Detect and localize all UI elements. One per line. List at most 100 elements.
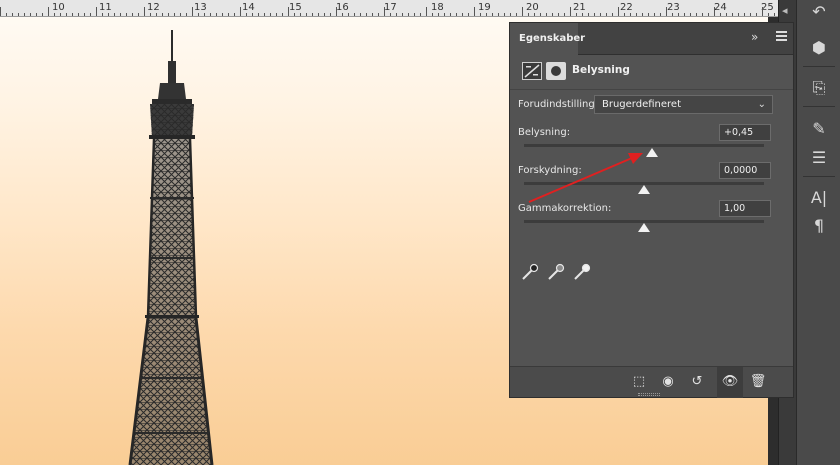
ruler-tick <box>48 7 49 16</box>
ruler-tick <box>324 13 325 16</box>
paragraph-icon[interactable]: ¶ <box>805 214 833 238</box>
ruler-tick <box>132 13 133 16</box>
ruler-tick <box>600 13 601 16</box>
white-eyedropper-icon[interactable] <box>572 262 592 282</box>
ruler-tick <box>570 7 571 16</box>
exposure-slider-track[interactable] <box>524 144 764 147</box>
panel-menu-icon[interactable] <box>776 31 787 41</box>
ruler-tick <box>216 13 217 16</box>
ruler-tick <box>204 13 205 16</box>
photoshop-workspace: 10 11 12 13 14 15 16 17 18 19 20 21 22 2… <box>0 0 840 465</box>
ruler-tick <box>522 7 523 16</box>
preset-dropdown[interactable]: Brugerdefineret ⌄ <box>594 95 773 114</box>
exposure-slider-thumb[interactable] <box>646 148 658 157</box>
ruler-tick <box>96 7 97 16</box>
ruler-tick <box>162 13 163 16</box>
view-previous-state-icon[interactable]: ◉ <box>657 372 679 392</box>
gray-eyedropper-icon[interactable] <box>546 262 566 282</box>
properties-panel: Egenskaber » Belysning Forudindstilling:… <box>509 22 794 398</box>
preset-value: Brugerdefineret <box>602 99 681 110</box>
ruler-label: 12 <box>147 2 160 13</box>
ruler-tick <box>66 13 67 16</box>
dock-divider <box>803 106 835 107</box>
ruler-tick <box>210 13 211 16</box>
ruler-tick <box>42 13 43 16</box>
character-icon[interactable]: A| <box>805 186 833 210</box>
reset-icon[interactable]: ↺ <box>686 372 708 392</box>
ruler-tick <box>678 13 679 16</box>
ruler-tick <box>342 13 343 16</box>
black-eyedropper-icon[interactable] <box>520 262 540 282</box>
ruler-tick <box>246 13 247 16</box>
ruler-tick <box>426 7 427 16</box>
ruler-tick <box>744 13 745 16</box>
ruler-tick <box>114 13 115 16</box>
ruler-label: 23 <box>667 2 680 13</box>
brush-presets-icon[interactable]: ✎ <box>805 117 833 141</box>
ruler-tick <box>24 13 25 16</box>
ruler-label: 22 <box>620 2 633 13</box>
preset-label: Forudindstilling: <box>518 99 599 110</box>
adjustments-icon[interactable]: ☰ <box>805 146 833 170</box>
gamma-slider-thumb[interactable] <box>638 223 650 232</box>
ruler-tick <box>564 13 565 16</box>
exposure-input[interactable]: +0,45 <box>719 124 771 141</box>
ruler-tick <box>126 13 127 16</box>
offset-slider-thumb[interactable] <box>638 185 650 194</box>
ruler-tick <box>438 13 439 16</box>
ruler-tick <box>636 13 637 16</box>
ruler-tick <box>294 13 295 16</box>
collapse-panel-icon[interactable]: » <box>751 30 758 44</box>
ruler-tick <box>282 13 283 16</box>
ruler-tick <box>264 13 265 16</box>
offset-input[interactable]: 0,0000 <box>719 162 771 179</box>
ruler-tick <box>606 13 607 16</box>
ruler-tick <box>708 13 709 16</box>
tab-properties[interactable]: Egenskaber <box>510 23 585 55</box>
ruler-tick <box>372 13 373 16</box>
ruler-label: 15 <box>289 2 302 13</box>
ruler-tick <box>240 7 241 16</box>
ruler-tick <box>408 13 409 16</box>
gamma-label: Gammakorrektion: <box>518 203 612 214</box>
ruler-tick <box>696 13 697 16</box>
clone-source-icon[interactable]: ⎘ <box>805 76 833 100</box>
ruler-tick <box>576 13 577 16</box>
ruler-tick <box>432 13 433 16</box>
ruler-tick <box>36 13 37 16</box>
ruler-tick <box>726 13 727 16</box>
ruler-tick <box>186 13 187 16</box>
ruler-tick <box>582 13 583 16</box>
ruler-tick <box>72 13 73 16</box>
ruler-label: 14 <box>242 2 255 13</box>
exposure-adjustment-icon[interactable] <box>522 62 542 80</box>
ruler-label: 24 <box>714 2 727 13</box>
ruler-label: 16 <box>336 2 349 13</box>
ruler-tick <box>690 13 691 16</box>
delete-icon[interactable]: 🗑 <box>747 372 769 392</box>
ruler-tick <box>480 13 481 16</box>
horizontal-ruler[interactable]: 10 11 12 13 14 15 16 17 18 19 20 21 22 2… <box>0 0 778 17</box>
collapse-dock-icon[interactable]: ◂ <box>782 4 788 17</box>
ruler-tick <box>192 7 193 16</box>
ruler-tick <box>198 13 199 16</box>
layer-mask-icon[interactable] <box>546 62 566 80</box>
ruler-tick <box>504 13 505 16</box>
visibility-icon[interactable]: 👁 <box>719 372 741 392</box>
ruler-tick <box>762 7 763 16</box>
3d-icon[interactable]: ⬢ <box>805 36 833 60</box>
gamma-input[interactable]: 1,00 <box>719 200 771 217</box>
ruler-tick <box>252 13 253 16</box>
ruler-tick <box>516 13 517 16</box>
ruler-tick <box>756 13 757 16</box>
ruler-tick <box>228 13 229 16</box>
ruler-tick <box>546 13 547 16</box>
history-icon[interactable]: ↶ <box>805 0 833 24</box>
ruler-tick <box>474 7 475 16</box>
clip-to-layer-icon[interactable]: ⬚ <box>628 372 650 392</box>
ruler-label: 11 <box>99 2 112 13</box>
resize-grip[interactable] <box>638 393 660 396</box>
ruler-label: 10 <box>52 2 65 13</box>
ruler-tick <box>168 13 169 16</box>
ruler-label: 21 <box>573 2 586 13</box>
